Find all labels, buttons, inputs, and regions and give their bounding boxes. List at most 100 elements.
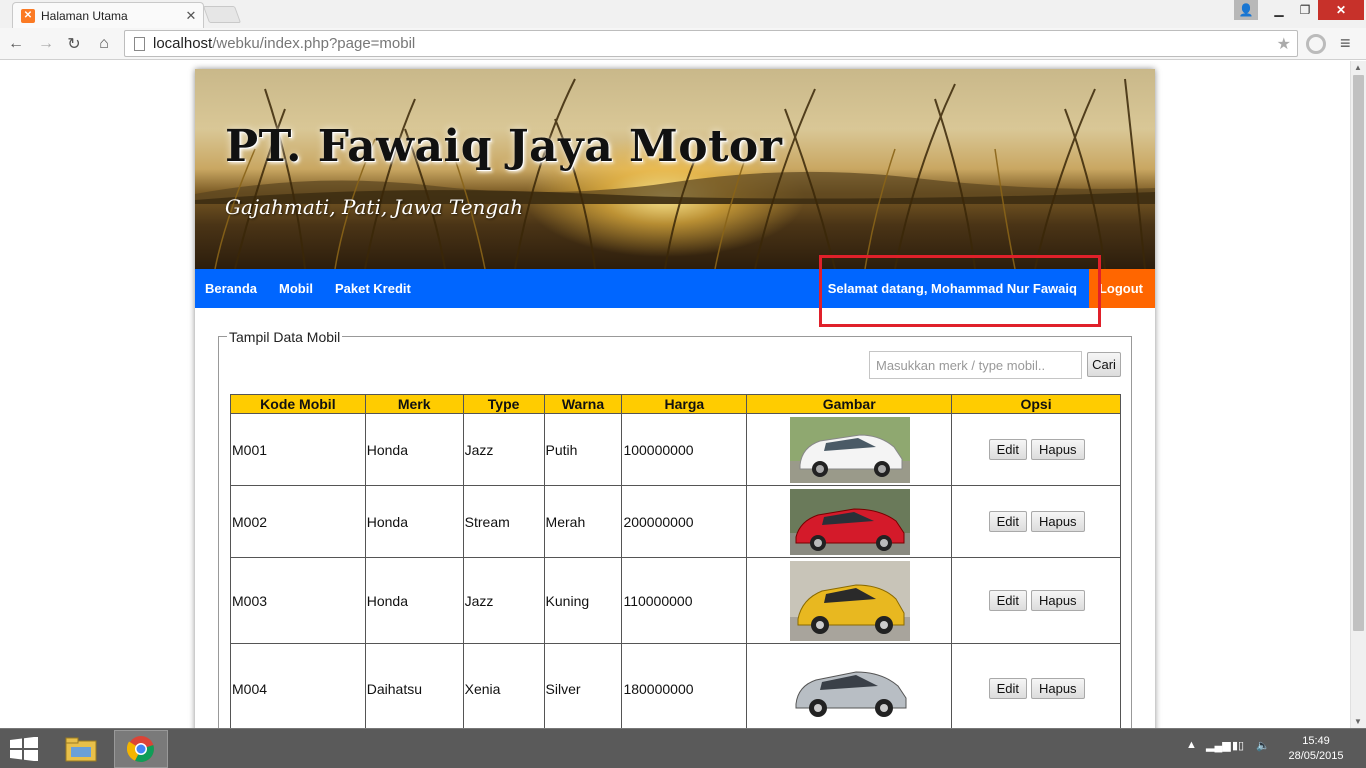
network-icon[interactable]: ▂▄▆ <box>1206 739 1231 752</box>
scroll-down-icon[interactable]: ▼ <box>1354 717 1362 726</box>
car-red-icon <box>789 488 910 555</box>
chrome-taskbar-icon[interactable] <box>114 730 168 768</box>
page-viewport: PT. Fawaiq Jaya Motor Gajahmati, Pati, J… <box>0 61 1350 728</box>
cell-gambar <box>746 643 953 728</box>
nav-paket-kredit[interactable]: Paket Kredit <box>323 281 421 296</box>
row-actions: Edit Hapus <box>953 511 1120 532</box>
menu-icon[interactable]: ≡ <box>1340 33 1351 54</box>
hapus-button[interactable]: Hapus <box>1030 678 1085 699</box>
mobil-table: Kode Mobil Merk Type Warna Harga Gambar … <box>230 394 1121 728</box>
col-kode: Kode Mobil <box>230 394 366 414</box>
row-actions: Edit Hapus <box>953 590 1120 611</box>
edit-button[interactable]: Edit <box>988 511 1027 532</box>
reload-icon[interactable]: ↻ <box>62 32 86 56</box>
edit-button[interactable]: Edit <box>988 590 1027 611</box>
row-actions: Edit Hapus <box>953 439 1120 460</box>
cell-type: Stream <box>462 485 545 558</box>
main-navbar: Beranda Mobil Paket Kredit Selamat datan… <box>195 269 1155 308</box>
bookmark-star-icon[interactable]: ★ <box>1277 34 1291 54</box>
cell-gambar <box>746 485 953 558</box>
cell-warna: Silver <box>543 643 623 728</box>
car-yellow-icon <box>789 560 910 641</box>
folder-icon <box>65 737 97 762</box>
windows-taskbar: ▲ ▂▄▆ ▮▯ 🔈 15:49 28/05/2015 <box>0 728 1366 768</box>
cell-harga: 180000000 <box>621 643 748 728</box>
table-row: M004 Daihatsu Xenia Silver 180000000 Edi… <box>230 643 1121 728</box>
col-warna: Warna <box>543 394 623 414</box>
close-tab-icon[interactable]: ✕ <box>183 8 199 24</box>
table-row: M003 Honda Jazz Kuning 110000000 Edit Ha… <box>230 557 1121 644</box>
site-container: PT. Fawaiq Jaya Motor Gajahmati, Pati, J… <box>195 69 1155 728</box>
volume-icon[interactable]: 🔈 <box>1256 739 1270 752</box>
col-type: Type <box>462 394 545 414</box>
browser-toolbar: ← → ↻ ⌂ localhost/webku/index.php?page=m… <box>0 28 1366 60</box>
site-subtitle: Gajahmati, Pati, Jawa Tengah <box>225 195 524 219</box>
windows-start-icon[interactable] <box>10 737 38 761</box>
new-tab-button[interactable] <box>202 6 242 23</box>
url-path: /webku/index.php?page=mobil <box>212 35 416 52</box>
page-scrollbar[interactable]: ▲ ▼ <box>1350 61 1366 728</box>
system-clock[interactable]: 15:49 28/05/2015 <box>1284 734 1348 764</box>
cell-kode: M001 <box>230 413 366 486</box>
url-text: localhost/webku/index.php?page=mobil <box>153 35 1277 52</box>
cell-merk: Daihatsu <box>364 643 464 728</box>
cell-merk: Honda <box>364 557 464 644</box>
cell-type: Jazz <box>462 557 545 644</box>
minimize-button[interactable]: ▁ <box>1266 0 1292 20</box>
table-row: M001 Honda Jazz Putih 100000000 Edit Hap… <box>230 413 1121 486</box>
clock-time: 15:49 <box>1302 735 1330 747</box>
table-header-row: Kode Mobil Merk Type Warna Harga Gambar … <box>230 394 1121 414</box>
restore-button[interactable]: ❐ <box>1292 0 1318 20</box>
user-profile-icon[interactable]: 👤 <box>1234 0 1258 20</box>
cell-harga: 110000000 <box>621 557 748 644</box>
forward-icon[interactable]: → <box>34 32 58 56</box>
car-silver-icon <box>789 655 910 722</box>
scroll-up-icon[interactable]: ▲ <box>1354 63 1362 72</box>
cell-opsi: Edit Hapus <box>951 485 1121 558</box>
data-mobil-panel: Tampil Data Mobil Masukkan merk / type m… <box>218 329 1132 728</box>
browser-tabstrip: ✕ Halaman Utama ✕ 👤 ▁ ❐ ✕ <box>0 0 1366 28</box>
col-opsi: Opsi <box>951 394 1121 414</box>
extension-icon[interactable] <box>1306 34 1326 54</box>
col-gambar: Gambar <box>746 394 953 414</box>
show-hidden-icons[interactable]: ▲ <box>1186 739 1197 751</box>
car-white-icon <box>789 416 910 483</box>
hapus-button[interactable]: Hapus <box>1030 590 1085 611</box>
nav-mobil[interactable]: Mobil <box>267 281 323 296</box>
cell-harga: 200000000 <box>621 485 748 558</box>
cell-merk: Honda <box>364 413 464 486</box>
chrome-icon <box>127 736 154 763</box>
cell-kode: M004 <box>230 643 366 728</box>
url-host: localhost <box>153 35 213 52</box>
xampp-icon: ✕ <box>21 8 35 23</box>
file-explorer-icon[interactable] <box>54 730 108 768</box>
browser-tab[interactable]: ✕ Halaman Utama ✕ <box>12 2 204 28</box>
close-window-button[interactable]: ✕ <box>1318 0 1364 20</box>
logout-button[interactable]: Logout <box>1088 269 1155 308</box>
back-icon[interactable]: ← <box>4 32 28 56</box>
home-icon[interactable]: ⌂ <box>92 32 116 56</box>
welcome-message: Selamat datang, Mohammad Nur Fawaiq <box>827 281 1077 296</box>
hapus-button[interactable]: Hapus <box>1030 511 1085 532</box>
edit-button[interactable]: Edit <box>988 439 1027 460</box>
cell-harga: 100000000 <box>621 413 748 486</box>
cell-warna: Putih <box>543 413 623 486</box>
col-merk: Merk <box>364 394 464 414</box>
cell-kode: M002 <box>230 485 366 558</box>
scroll-thumb[interactable] <box>1353 75 1364 631</box>
cell-opsi: Edit Hapus <box>951 557 1121 644</box>
tab-title: Halaman Utama <box>41 8 128 23</box>
cell-type: Jazz <box>462 413 545 486</box>
address-bar[interactable]: localhost/webku/index.php?page=mobil ★ <box>124 30 1298 57</box>
search-input[interactable]: Masukkan merk / type mobil.. <box>869 351 1082 379</box>
hapus-button[interactable]: Hapus <box>1030 439 1085 460</box>
edit-button[interactable]: Edit <box>988 678 1027 699</box>
clock-date: 28/05/2015 <box>1288 750 1344 762</box>
row-actions: Edit Hapus <box>953 678 1120 699</box>
nav-beranda[interactable]: Beranda <box>195 281 267 296</box>
page-icon <box>134 36 145 51</box>
battery-icon[interactable]: ▮▯ <box>1232 739 1244 752</box>
search-button[interactable]: Cari <box>1087 352 1121 377</box>
cell-warna: Merah <box>543 485 623 558</box>
cell-merk: Honda <box>364 485 464 558</box>
